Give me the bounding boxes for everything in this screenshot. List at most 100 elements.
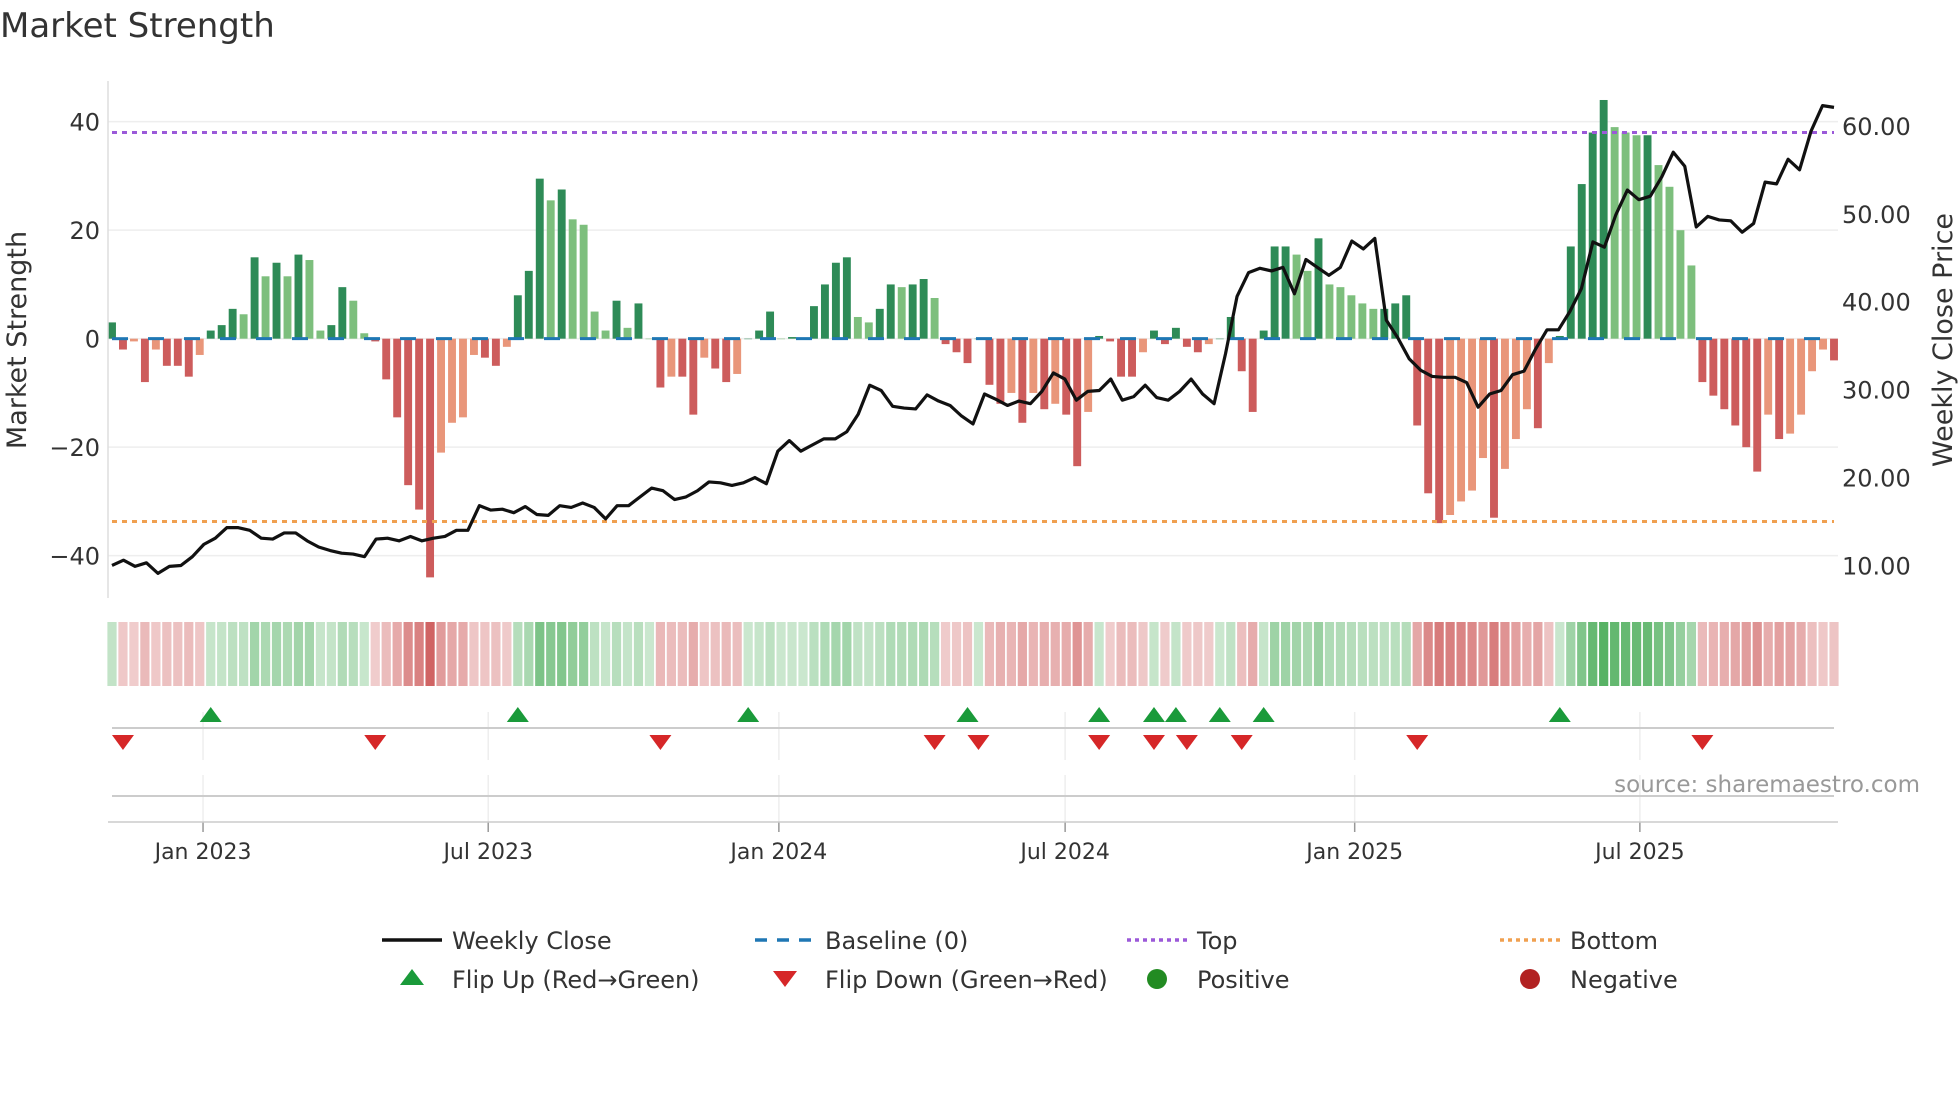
heat-cell — [107, 622, 117, 686]
heat-cell — [1401, 622, 1411, 686]
heat-cell — [951, 622, 962, 686]
heat-cell — [249, 622, 260, 686]
strength-bar — [448, 338, 456, 423]
strength-bar — [305, 260, 314, 339]
strength-bar — [557, 189, 566, 339]
strength-bar — [1544, 338, 1553, 364]
legend-label: Bottom — [1570, 927, 1658, 955]
strength-bar — [491, 338, 500, 366]
heat-cell — [655, 622, 666, 686]
heat-cell — [1094, 622, 1104, 686]
strength-bar — [1073, 338, 1082, 467]
flip-up-marker — [1252, 707, 1275, 722]
heat-cell — [1050, 622, 1060, 686]
heat-cell — [831, 622, 841, 686]
heat-cell — [228, 622, 238, 686]
y2-tick-label: 30.00 — [1842, 377, 1911, 405]
legend-flip-up-icon — [400, 969, 424, 985]
heat-cell — [1357, 622, 1367, 686]
heat-cell — [897, 622, 907, 686]
strength-bar — [1830, 338, 1838, 361]
strength-bar — [853, 316, 862, 339]
heat-cell — [370, 622, 380, 686]
strength-bar — [1369, 308, 1378, 339]
flip-down-marker — [649, 735, 672, 750]
strength-bar — [535, 178, 544, 339]
heat-cell — [1061, 622, 1071, 686]
strength-bar — [1610, 127, 1619, 339]
strength-bar — [1753, 338, 1762, 472]
strength-bar — [1599, 99, 1608, 339]
heat-cell — [436, 622, 446, 686]
heat-cell — [1434, 622, 1444, 686]
heat-cell — [1544, 622, 1554, 686]
legend-label: Flip Up (Red→Green) — [452, 966, 700, 994]
heat-cell — [1653, 622, 1664, 686]
heat-cell — [162, 622, 172, 686]
legend-dot-icon — [1520, 969, 1540, 989]
strength-bar — [810, 306, 818, 339]
strength-bar — [1566, 246, 1575, 339]
strength-bar — [129, 338, 138, 342]
heat-cell — [337, 622, 347, 686]
heat-cell — [348, 622, 358, 686]
heat-cell — [359, 622, 369, 686]
heat-cell — [1291, 622, 1302, 686]
heat-cell — [809, 622, 819, 686]
strength-bar — [1775, 338, 1784, 440]
heat-cell — [1379, 622, 1389, 686]
strength-bar — [459, 338, 467, 418]
market-strength-chart: 40 20 0 −20 −40 60.00 50.00 40.00 30.00 20.00 10.0… — [2, 81, 1959, 994]
strength-bar — [612, 300, 621, 339]
legend-label: Top — [1196, 927, 1238, 955]
strength-bar — [842, 257, 851, 339]
strength-bar — [1511, 338, 1520, 440]
strength-bar — [524, 270, 533, 339]
heat-cell — [271, 622, 282, 686]
strength-bar — [1193, 338, 1202, 353]
flip-down-marker — [923, 735, 946, 750]
heat-cell — [568, 622, 578, 686]
heat-cell — [644, 622, 655, 686]
strength-bar — [1413, 338, 1422, 426]
strength-bar — [1786, 338, 1795, 434]
heat-cell — [1763, 622, 1773, 686]
flip-up-marker — [1142, 707, 1165, 722]
y2-tick-label: 20.00 — [1842, 465, 1911, 493]
strength-bar — [1435, 338, 1444, 524]
heat-cell — [326, 622, 336, 686]
heat-cell — [414, 622, 424, 686]
heat-cell — [1182, 622, 1192, 686]
strength-bar — [393, 338, 402, 418]
y-tick-label: 0 — [85, 326, 100, 354]
strength-bar — [206, 330, 215, 339]
heat-cell — [611, 622, 622, 686]
strength-bar — [1654, 165, 1663, 339]
y-tick-label: −40 — [49, 543, 100, 571]
flip-down-marker — [1142, 735, 1165, 750]
strength-bar — [1303, 270, 1312, 339]
heat-cell — [1248, 622, 1258, 686]
heat-cell — [425, 622, 435, 686]
heat-cell — [1610, 622, 1620, 686]
heat-cell — [1807, 622, 1817, 686]
y2-axis-label: Weekly Close Price — [1928, 213, 1959, 467]
strength-bar — [689, 338, 698, 415]
strength-bar — [1424, 338, 1433, 494]
heat-cell — [1730, 622, 1740, 686]
x-tick-label: Jul 2025 — [1593, 840, 1685, 865]
legend-flip-down-icon — [773, 971, 797, 987]
strength-bar — [634, 303, 643, 339]
heat-cell — [535, 622, 545, 686]
heat-cell — [557, 622, 567, 686]
strength-bar — [1742, 338, 1751, 448]
flip-down-marker — [1406, 735, 1429, 750]
heat-cell — [1017, 622, 1027, 686]
heat-cell — [1324, 622, 1335, 686]
strength-bar — [470, 338, 478, 355]
strength-bar — [1084, 338, 1093, 412]
strength-bar — [875, 308, 884, 339]
heat-cell — [1083, 622, 1093, 686]
heat-cell — [995, 622, 1006, 686]
heat-cell — [1237, 622, 1247, 686]
